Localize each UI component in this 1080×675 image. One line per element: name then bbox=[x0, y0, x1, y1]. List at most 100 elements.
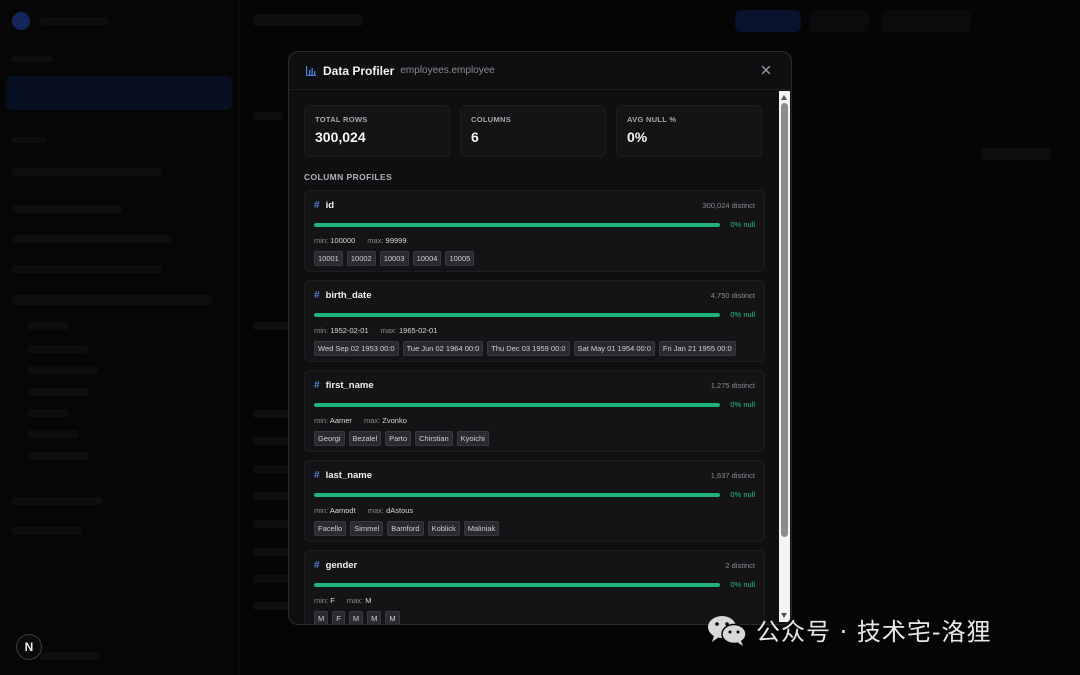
max-label: max: bbox=[367, 236, 384, 245]
distinct-count: 300,024 distinct bbox=[702, 201, 755, 210]
sample-value-chip: M bbox=[385, 611, 400, 624]
max-value: max: M bbox=[347, 596, 372, 605]
sample-value-chip: Chirstian bbox=[415, 431, 453, 446]
sample-value-chip: Facello bbox=[314, 521, 347, 536]
close-icon[interactable] bbox=[759, 63, 773, 77]
column-profile-card: # last_name 1,637 distinct 0% null min: … bbox=[304, 460, 765, 542]
completeness-bar-fill bbox=[314, 312, 720, 317]
sample-value-chip: F bbox=[332, 611, 345, 624]
table-name: employees.employee bbox=[400, 65, 495, 76]
null-percent: 0% null bbox=[730, 400, 755, 409]
min-label: min: bbox=[314, 506, 329, 515]
null-percent: 0% null bbox=[730, 490, 755, 499]
max-text: Zvonko bbox=[382, 416, 407, 425]
column-profile-card: # first_name 1,275 distinct 0% null min:… bbox=[304, 370, 765, 452]
scroll-thumb[interactable] bbox=[781, 103, 788, 537]
number-type-icon: # bbox=[314, 200, 320, 211]
stat-avg-null: AVG NULL % 0% bbox=[616, 105, 762, 157]
null-percent: 0% null bbox=[730, 310, 755, 319]
stat-columns: COLUMNS 6 bbox=[460, 105, 606, 157]
sample-value-chip: Tue Jun 02 1964 00:0 bbox=[402, 341, 484, 356]
completeness-bar-fill bbox=[314, 222, 720, 227]
sample-value-chip: Fri Jan 21 1955 00:0 bbox=[658, 341, 736, 356]
column-name: first_name bbox=[325, 380, 374, 391]
column-name: birth_date bbox=[325, 290, 372, 301]
sample-value-chip: M bbox=[348, 611, 364, 624]
sample-value-chip: 10002 bbox=[346, 251, 376, 266]
completeness-bar bbox=[314, 222, 720, 227]
column-profile-card: # id 300,024 distinct 0% null min: 10000… bbox=[304, 190, 765, 272]
dialog-body[interactable]: TOTAL ROWS 300,024 COLUMNS 6 AVG NULL % … bbox=[289, 91, 779, 624]
column-profiles-list: # id 300,024 distinct 0% null min: 10000… bbox=[304, 190, 765, 624]
max-label: max: bbox=[346, 596, 364, 605]
sample-value-chip: M bbox=[314, 611, 329, 624]
max-value: max: 99999 bbox=[367, 236, 406, 245]
sample-value-chip: Simmel bbox=[350, 521, 384, 536]
stat-value: 6 bbox=[471, 129, 479, 145]
stat-value: 300,024 bbox=[315, 129, 366, 145]
nextjs-dev-badge[interactable]: N bbox=[16, 634, 42, 660]
completeness-bar-fill bbox=[314, 582, 720, 587]
max-value: max: dAstous bbox=[368, 506, 413, 515]
completeness-bar bbox=[314, 492, 720, 497]
stat-label: TOTAL ROWS bbox=[315, 115, 368, 124]
number-type-icon: # bbox=[314, 560, 320, 571]
max-label: max: bbox=[363, 416, 381, 425]
scrollbar[interactable] bbox=[779, 91, 790, 622]
min-label: min: bbox=[314, 326, 329, 335]
section-title: COLUMN PROFILES bbox=[304, 172, 393, 182]
max-text: 1965-02-01 bbox=[399, 326, 438, 335]
sample-value-chip: Bamford bbox=[387, 521, 424, 536]
sample-value-chip: Thu Dec 03 1959 00:0 bbox=[487, 341, 570, 356]
column-name: gender bbox=[325, 560, 358, 571]
sample-values: Georgi Bezalel Parto Chirstian Kyoichi bbox=[314, 431, 755, 446]
sample-value-chip: Parto bbox=[385, 431, 412, 446]
max-text: 99999 bbox=[385, 236, 407, 245]
wechat-icon bbox=[706, 613, 748, 647]
min-text: Aamer bbox=[329, 416, 352, 425]
watermark-text: 公众号 · 技术宅-洛狸 bbox=[756, 618, 992, 646]
sample-value-chip: Kyoichi bbox=[456, 431, 489, 446]
stat-label: COLUMNS bbox=[471, 115, 512, 124]
scroll-up-arrow-icon[interactable] bbox=[781, 95, 787, 100]
min-text: F bbox=[330, 596, 335, 605]
number-type-icon: # bbox=[314, 470, 320, 481]
min-label: min: bbox=[314, 236, 329, 245]
distinct-count: 2 distinct bbox=[725, 561, 755, 570]
column-name: id bbox=[325, 200, 335, 211]
sample-value-chip: 10005 bbox=[445, 251, 475, 266]
sample-value-chip: 10001 bbox=[314, 251, 343, 266]
bar-chart-icon bbox=[305, 65, 317, 77]
null-percent: 0% null bbox=[730, 220, 755, 229]
stat-total-rows: TOTAL ROWS 300,024 bbox=[304, 105, 450, 157]
column-profile-card: # gender 2 distinct 0% null min: F max: … bbox=[304, 550, 765, 624]
number-type-icon: # bbox=[314, 290, 320, 301]
column-profile-card: # birth_date 4,750 distinct 0% null min:… bbox=[304, 280, 765, 362]
completeness-bar-fill bbox=[314, 492, 720, 497]
sample-value-chip: Sat May 01 1954 00:0 bbox=[573, 341, 655, 356]
summary-stats: TOTAL ROWS 300,024 COLUMNS 6 AVG NULL % … bbox=[304, 105, 765, 157]
max-value: max: 1965-02-01 bbox=[381, 326, 438, 335]
min-value: min: F bbox=[314, 596, 335, 605]
completeness-bar bbox=[314, 582, 720, 587]
min-value: min: Aamer bbox=[314, 416, 352, 425]
sample-value-chip: Koblick bbox=[427, 521, 460, 536]
column-name: last_name bbox=[325, 470, 373, 481]
min-text: 1952-02-01 bbox=[330, 326, 369, 335]
data-profiler-dialog: Data Profiler employees.employee TOTAL R… bbox=[288, 51, 792, 625]
min-label: min: bbox=[314, 416, 329, 425]
completeness-bar bbox=[314, 312, 720, 317]
sample-values: MFMMM bbox=[314, 611, 755, 624]
max-text: M bbox=[365, 596, 372, 605]
sample-values: Wed Sep 02 1953 00:0 Tue Jun 02 1964 00:0… bbox=[314, 341, 755, 356]
min-text: 100000 bbox=[330, 236, 356, 245]
sample-value-chip: M bbox=[367, 611, 382, 624]
max-label: max: bbox=[380, 326, 397, 335]
watermark: 公众号 · 技术宅-洛狸 bbox=[706, 612, 992, 647]
completeness-bar-fill bbox=[314, 402, 720, 407]
sample-value-chip: Wed Sep 02 1953 00:0 bbox=[314, 341, 399, 356]
stat-label: AVG NULL % bbox=[627, 115, 677, 124]
min-label: min: bbox=[314, 596, 329, 605]
dialog-header: Data Profiler employees.employee bbox=[289, 52, 791, 90]
distinct-count: 1,275 distinct bbox=[710, 381, 755, 390]
